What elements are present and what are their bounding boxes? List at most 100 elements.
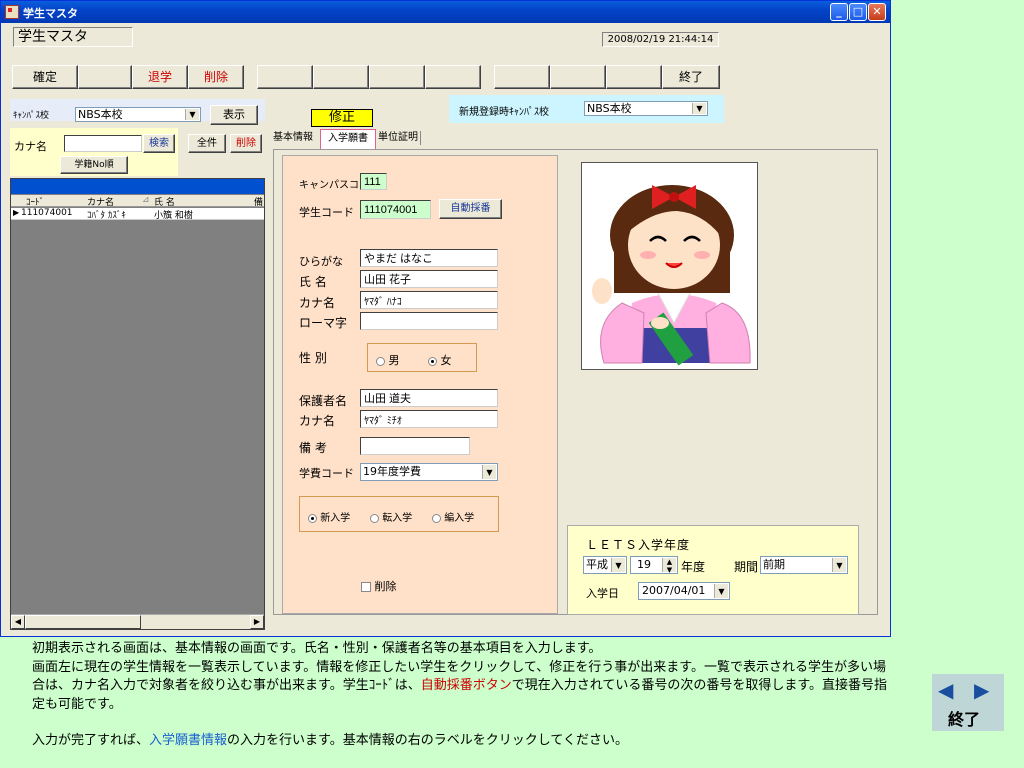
toolbar-blank-button-5[interactable] <box>425 65 481 89</box>
romaji-field[interactable] <box>360 312 498 330</box>
search-button[interactable]: 検索 <box>143 134 175 153</box>
admission-new-option[interactable]: 新入学 <box>308 509 350 524</box>
minimize-button[interactable]: _ <box>830 3 848 21</box>
scroll-thumb[interactable] <box>25 615 141 629</box>
guardian-kana-label: カナ名 <box>299 414 336 428</box>
remarks-field[interactable] <box>360 437 470 455</box>
tab-credit-cert[interactable]: 単位証明 <box>378 131 421 145</box>
toolbar-blank-button-6[interactable] <box>494 65 550 89</box>
new-campus-label: 新規登録時ｷｬﾝﾊﾟｽ校 <box>459 107 549 118</box>
stepper-arrows-icon[interactable]: ▲ ▼ <box>662 558 676 574</box>
remarks-label: 備 考 <box>299 441 327 455</box>
description-p3a: 入力が完了すれば、 <box>32 733 150 748</box>
year-stepper[interactable]: 19 ▲ ▼ <box>630 556 678 574</box>
toolbar-blank-button-3[interactable] <box>313 65 369 89</box>
gender-male-label: 男 <box>388 354 400 367</box>
admission-type-group: 新入学 転入学 編入学 <box>299 496 499 532</box>
toolbar-blank-button-7[interactable] <box>550 65 606 89</box>
radio-icon <box>432 513 441 523</box>
era-select[interactable]: 平成 ▼ <box>583 556 627 574</box>
student-grid[interactable]: ｺｰﾄﾞ カナ名 ⊿ 氏 名 備 ▶ 111074001 ｺﾊﾞﾀ ｶｽﾞｷ 小… <box>10 178 265 630</box>
lets-title: ＬＥＴＳ入学年度 <box>586 538 691 552</box>
horizontal-scrollbar[interactable]: ◀ ▶ <box>11 614 264 629</box>
description-p1: 初期表示される画面は、基本情報の画面です。氏名・性別・保護者名等の基本項目を入力… <box>32 641 602 656</box>
kana-search-input[interactable] <box>64 135 142 152</box>
delete-button[interactable]: 削除 <box>188 65 244 89</box>
entry-date-value: 2007/04/01 <box>642 584 706 597</box>
close-button[interactable]: ✕ <box>868 3 886 21</box>
clear-button[interactable]: 削除 <box>230 134 262 153</box>
window-title: 学生マスタ <box>23 7 78 20</box>
column-header-kana[interactable]: カナ名 <box>87 195 114 208</box>
column-header-remarks[interactable]: 備 <box>254 195 263 208</box>
auto-number-button[interactable]: 自動採番 <box>439 199 502 219</box>
guardian-kana-field[interactable] <box>360 410 498 428</box>
description-p3b: の入力を行います。基本情報の右のラベルをクリックしてください。 <box>227 733 628 748</box>
scroll-right-icon[interactable]: ▶ <box>250 615 264 629</box>
toolbar-blank-button-1[interactable] <box>78 65 132 89</box>
application-info-link[interactable]: 入学願書情報 <box>149 733 227 748</box>
name-field[interactable] <box>360 270 498 288</box>
chevron-down-icon: ▼ <box>482 465 496 479</box>
entry-date-label: 入学日 <box>586 587 619 600</box>
hiragana-field[interactable] <box>360 249 498 267</box>
radio-icon <box>376 356 385 366</box>
entry-date-picker[interactable]: 2007/04/01 ▼ <box>638 582 730 600</box>
tab-application[interactable]: 入学願書 <box>320 129 376 151</box>
lets-panel: ＬＥＴＳ入学年度 平成 ▼ 19 ▲ ▼ 年度 期間 前期 ▼ 入学日 2007/… <box>567 525 859 615</box>
campus-select[interactable]: NBS本校 ▼ <box>75 107 201 122</box>
toolbar-blank-button-8[interactable] <box>606 65 662 89</box>
end-nav-button[interactable]: 終了 <box>948 706 980 730</box>
tab-basic-info[interactable]: 基本情報 <box>273 131 313 145</box>
withdraw-button[interactable]: 退学 <box>132 65 188 89</box>
kana-field[interactable] <box>360 291 498 309</box>
grid-header: ｺｰﾄﾞ カナ名 ⊿ 氏 名 備 <box>11 195 264 208</box>
delete-checkbox-label: 削除 <box>374 580 397 593</box>
admission-reenter-label: 編入学 <box>444 513 475 524</box>
row-kana: ｺﾊﾞﾀ ｶｽﾞｷ <box>87 211 126 221</box>
table-row[interactable]: ▶ 111074001 ｺﾊﾞﾀ ｶｽﾞｷ 小籏 和樹 <box>11 208 264 221</box>
admission-transfer-label: 転入学 <box>382 513 413 524</box>
guardian-field[interactable] <box>360 389 498 407</box>
kana-label: カナ名 <box>299 296 336 310</box>
toolbar-blank-button-2[interactable] <box>257 65 313 89</box>
admission-reenter-option[interactable]: 編入学 <box>432 509 474 524</box>
new-campus-select-value: NBS本校 <box>587 102 632 115</box>
auto-number-link[interactable]: 自動採番ボタン <box>421 678 512 693</box>
gender-female-option[interactable]: 女 <box>428 352 452 368</box>
toolbar-blank-button-4[interactable] <box>369 65 425 89</box>
radio-selected-icon <box>308 513 317 523</box>
hiragana-label: ひらがな <box>299 255 343 268</box>
confirm-button[interactable]: 確定 <box>12 65 78 89</box>
grid-caption <box>11 179 264 194</box>
description-text: 初期表示される画面は、基本情報の画面です。氏名・性別・保護者名等の基本項目を入力… <box>32 640 892 751</box>
prev-arrow-icon[interactable]: ◀ <box>938 678 953 702</box>
gender-group: 男 女 <box>367 343 477 372</box>
title-bar[interactable]: 学生マスタ _ □ ✕ <box>1 1 890 23</box>
period-select[interactable]: 前期 ▼ <box>760 556 848 574</box>
student-code-field[interactable] <box>360 200 431 219</box>
admission-transfer-option[interactable]: 転入学 <box>370 509 412 524</box>
chevron-down-icon: ▼ <box>611 558 625 572</box>
column-header-name[interactable]: 氏 名 <box>154 195 175 208</box>
fee-code-select[interactable]: 19年度学費 ▼ <box>360 463 498 481</box>
new-campus-select[interactable]: NBS本校 ▼ <box>584 101 708 116</box>
chevron-down-icon: ▼ <box>185 109 199 120</box>
description-p2: 画面左に現在の学生情報を一覧表示しています。情報を修正したい学生をクリックして、… <box>32 659 892 715</box>
all-button[interactable]: 全件 <box>188 134 226 153</box>
show-button[interactable]: 表示 <box>210 105 258 125</box>
campus-select-value: NBS本校 <box>78 108 123 121</box>
scroll-left-icon[interactable]: ◀ <box>11 615 25 629</box>
gender-male-option[interactable]: 男 <box>376 352 400 368</box>
next-arrow-icon[interactable]: ▶ <box>974 678 989 702</box>
mode-badge: 修正 <box>311 109 373 127</box>
column-header-code[interactable]: ｺｰﾄﾞ <box>26 195 44 208</box>
campus-code-field[interactable] <box>360 173 387 190</box>
delete-checkbox[interactable]: 削除 <box>361 578 397 594</box>
maximize-button[interactable]: □ <box>849 3 867 21</box>
reg-order-button[interactable]: 学籍No順 <box>60 156 128 174</box>
description-p3: 入力が完了すれば、入学願書情報の入力を行います。基本情報の右のラベルをクリックし… <box>32 732 892 751</box>
end-button[interactable]: 終了 <box>662 65 720 89</box>
guardian-label: 保護者名 <box>299 394 348 408</box>
